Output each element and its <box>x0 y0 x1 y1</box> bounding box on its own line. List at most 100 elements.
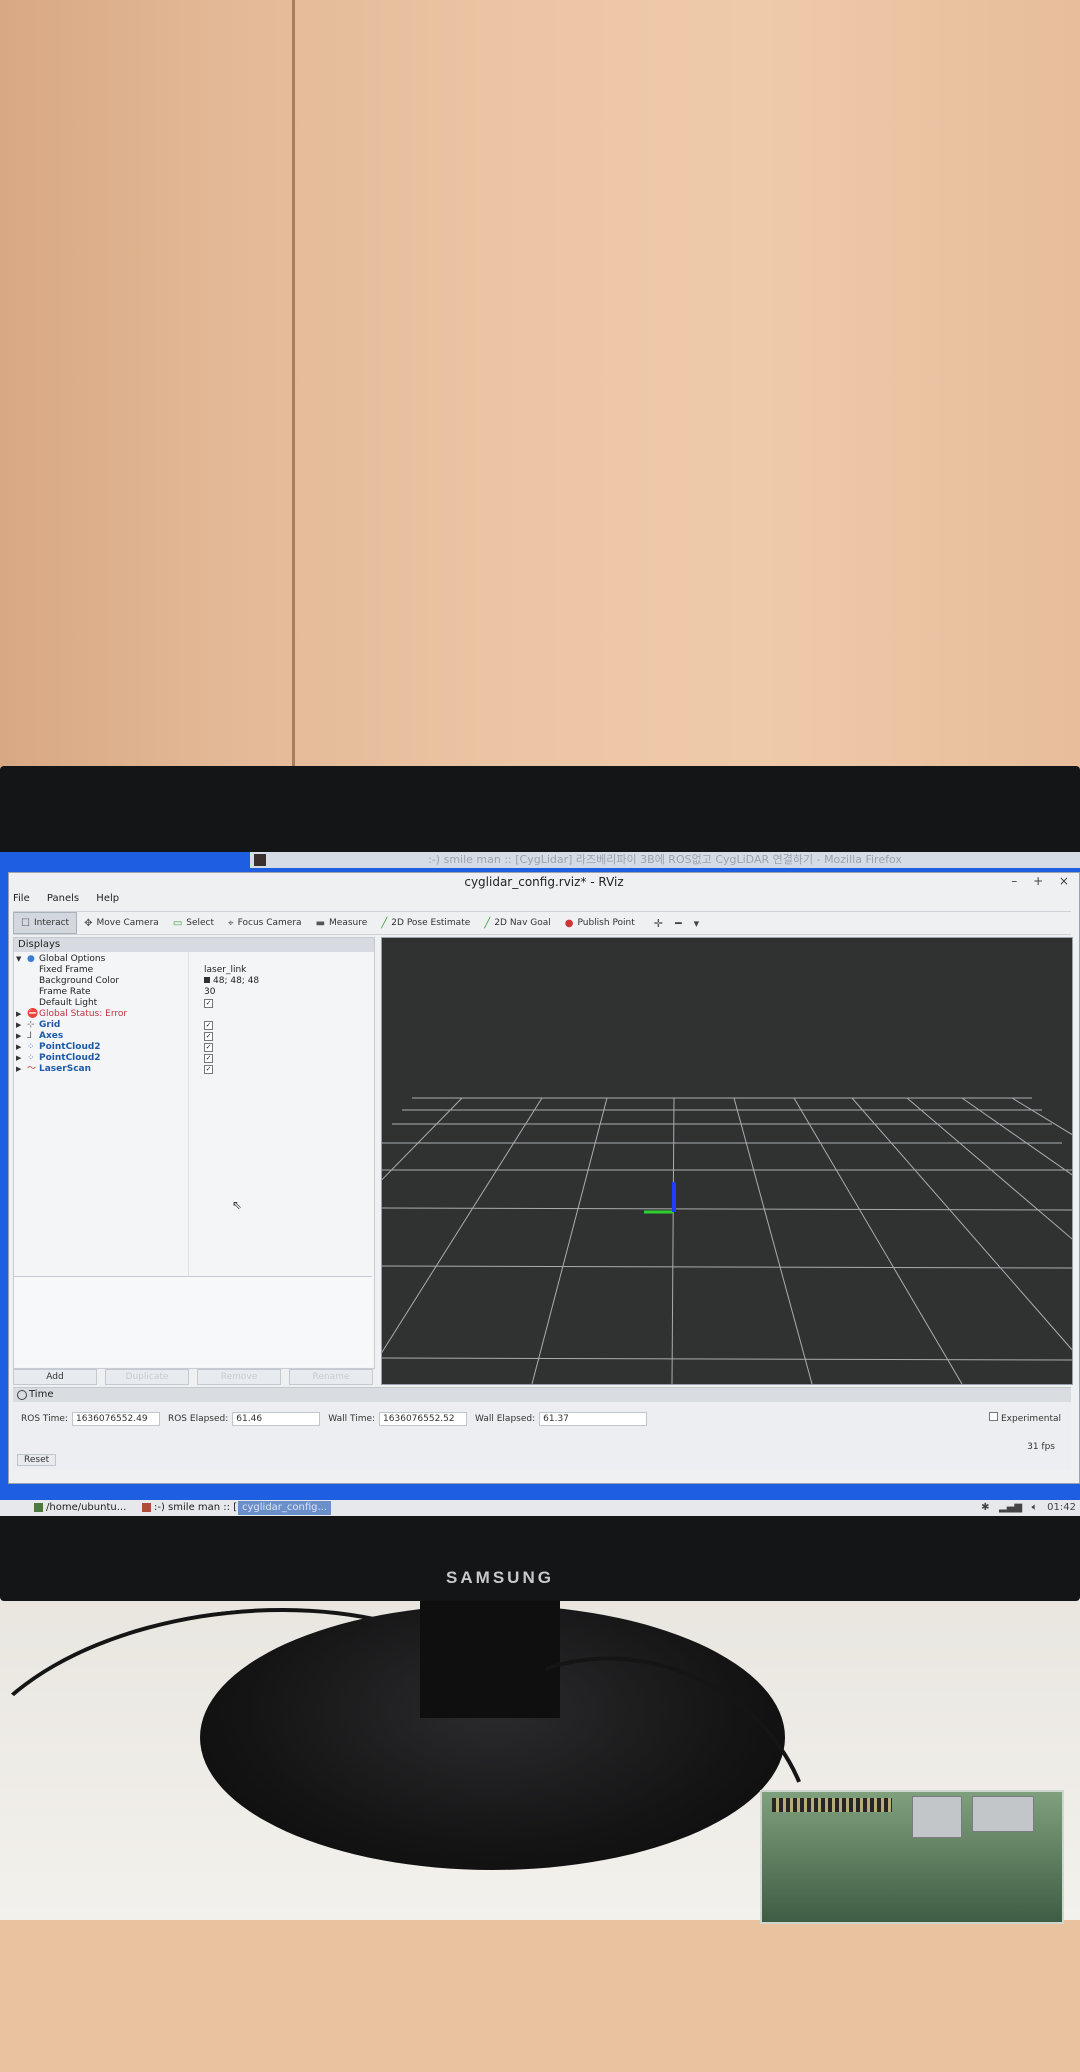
display-row-grid[interactable]: ▶ ⊹ Grid ✓ <box>14 1020 374 1031</box>
gpio-header <box>772 1798 892 1812</box>
property-row[interactable]: Background Color 48; 48; 48 <box>14 976 374 987</box>
expand-arrow-icon[interactable]: ▶ <box>16 1064 21 1075</box>
grid-checkbox[interactable]: ✓ <box>204 1021 213 1030</box>
raspberry-pi-board <box>760 1790 1064 1924</box>
property-description-area <box>14 1276 372 1367</box>
expand-arrow-icon[interactable]: ▶ <box>16 1053 21 1064</box>
nav-arrow-icon: ╱ <box>484 917 491 929</box>
volume-icon[interactable]: 🔈︎ <box>1032 1502 1038 1513</box>
firefox-titlebar[interactable]: :-) smile man :: [CygLidar] 라즈베리파이 3B에 R… <box>250 852 1080 868</box>
pointcloud-icon: ⁘ <box>27 1042 35 1052</box>
duplicate-button[interactable]: Duplicate <box>105 1369 189 1385</box>
select-icon: ▭ <box>172 917 183 929</box>
expand-arrow-icon[interactable]: ▶ <box>16 1020 21 1031</box>
3d-render-view[interactable] <box>381 937 1073 1385</box>
background-color-value[interactable]: 48; 48; 48 <box>204 976 259 987</box>
expand-arrow-icon[interactable]: ▼ <box>16 954 21 965</box>
wall-seam <box>292 0 295 770</box>
firefox-title: :-) smile man :: [CygLidar] 라즈베리파이 3B에 R… <box>428 853 902 866</box>
bluetooth-icon[interactable]: ✱ <box>981 1502 989 1513</box>
pointcloud-icon: ⁘ <box>27 1053 35 1063</box>
experimental-checkbox[interactable]: Experimental <box>989 1412 1061 1424</box>
tool-interact[interactable]: ☐ Interact <box>13 912 78 934</box>
mouse-cursor-icon: ⇖ <box>232 1198 243 1212</box>
firefox-icon <box>142 1502 151 1512</box>
pose-arrow-icon: ╱ <box>381 917 388 929</box>
display-row-pointcloud2[interactable]: ▶ ⁘ PointCloud2 ✓ <box>14 1053 374 1064</box>
frame-rate-value[interactable]: 30 <box>204 987 215 998</box>
fixed-frame-value[interactable]: laser_link <box>204 965 246 976</box>
signal-icon[interactable]: ▂▄▆ <box>999 1502 1022 1513</box>
remove-button[interactable]: Remove <box>197 1369 281 1385</box>
window-controls[interactable]: – + × <box>1011 874 1075 888</box>
display-buttons: Add Duplicate Remove Rename <box>13 1369 373 1385</box>
property-row[interactable]: Default Light ✓ <box>14 998 374 1009</box>
column-divider <box>188 952 189 1276</box>
interact-icon: ☐ <box>21 917 30 929</box>
terminal-icon <box>34 1502 43 1512</box>
wall-elapsed-field[interactable]: 61.37 <box>539 1412 648 1426</box>
wooden-wall <box>0 0 1080 790</box>
menu-help[interactable]: Help <box>96 893 119 904</box>
tool-focus-camera[interactable]: ⌖ Focus Camera <box>221 913 309 933</box>
global-options-row[interactable]: ▼ ● Global Options <box>14 954 374 965</box>
ethernet-port <box>972 1796 1034 1832</box>
wall-time-field[interactable]: 1636076552.52 <box>379 1412 468 1426</box>
tool-select[interactable]: ▭ Select <box>166 913 221 933</box>
display-row-laserscan[interactable]: ▶ 〜 LaserScan ✓ <box>14 1064 374 1075</box>
toolbar-extra-tools[interactable]: ✛━▾ <box>654 917 711 930</box>
tool-2d-nav-goal[interactable]: ╱ 2D Nav Goal <box>477 913 557 933</box>
menu-file[interactable]: File <box>13 893 30 904</box>
reset-button[interactable]: Reset <box>17 1454 57 1466</box>
menu-panels[interactable]: Panels <box>47 893 79 904</box>
measure-icon: ▬ <box>315 917 326 929</box>
tool-bar: ☐ Interact ✥ Move Camera ▭ Select ⌖ Focu… <box>13 911 1071 935</box>
tool-move-camera[interactable]: ✥ Move Camera <box>77 913 166 933</box>
global-status-row[interactable]: ▶ ⛔ Global Status: Error <box>14 1009 374 1020</box>
tool-2d-pose-estimate[interactable]: ╱ 2D Pose Estimate <box>374 913 477 933</box>
rviz-title: cyglidar_config.rviz* - RViz <box>464 875 624 889</box>
color-swatch <box>204 977 210 983</box>
dropdown-tool-icon[interactable]: ▾ <box>694 917 712 930</box>
time-fields: ROS Time: 1636076552.49 ROS Elapsed: 61.… <box>21 1412 655 1426</box>
taskbar-item-rviz[interactable]: cyglidar_config... <box>238 1501 332 1515</box>
monitor-brand-logo: SAMSUNG <box>446 1568 554 1587</box>
experimental-check[interactable] <box>989 1412 999 1421</box>
property-row[interactable]: Fixed Frame laser_link <box>14 965 374 976</box>
ros-time-field[interactable]: 1636076552.49 <box>71 1412 160 1426</box>
grid-icon: ⊹ <box>27 1020 35 1030</box>
pointcloud2-checkbox[interactable]: ✓ <box>204 1043 213 1052</box>
pin-icon: ● <box>564 917 574 929</box>
grid-display <box>382 1097 1072 1384</box>
rename-button[interactable]: Rename <box>289 1369 373 1385</box>
axes-icon: ⅃ <box>27 1031 33 1041</box>
displays-panel: Displays ▼ ● Global Options Fixed Frame … <box>13 937 375 1369</box>
time-header: Time <box>13 1388 1071 1402</box>
taskbar-item-firefox[interactable]: :-) smile man :: [... <box>138 1501 251 1515</box>
system-tray: ✱ ▂▄▆ 🔈︎ 01:42 <box>981 1500 1076 1516</box>
globe-icon: ● <box>27 954 35 964</box>
rviz-window: cyglidar_config.rviz* - RViz – + × File … <box>8 872 1080 1484</box>
display-row-axes[interactable]: ▶ ⅃ Axes ✓ <box>14 1031 374 1042</box>
tool-publish-point[interactable]: ● Publish Point <box>558 913 642 933</box>
expand-arrow-icon[interactable]: ▶ <box>16 1042 21 1053</box>
display-row-pointcloud2[interactable]: ▶ ⁘ PointCloud2 ✓ <box>14 1042 374 1053</box>
plus-tool-icon[interactable]: ✛ <box>654 917 675 930</box>
ros-elapsed-field[interactable]: 61.46 <box>232 1412 321 1426</box>
monitor-screen: :-) smile man :: [CygLidar] 라즈베리파이 3B에 R… <box>0 852 1080 1516</box>
expand-arrow-icon[interactable]: ▶ <box>16 1031 21 1042</box>
taskbar-item-terminal[interactable]: /home/ubuntu... <box>30 1501 130 1515</box>
axes-checkbox[interactable]: ✓ <box>204 1032 213 1041</box>
minus-tool-icon[interactable]: ━ <box>675 917 694 930</box>
add-button[interactable]: Add <box>13 1369 97 1385</box>
clock[interactable]: 01:42 <box>1047 1502 1076 1513</box>
error-icon: ⛔ <box>27 1009 39 1019</box>
focus-camera-icon: ⌖ <box>228 917 234 929</box>
expand-arrow-icon[interactable]: ▶ <box>16 1009 21 1020</box>
default-light-checkbox[interactable]: ✓ <box>204 999 213 1008</box>
time-panel: Time ROS Time: 1636076552.49 ROS Elapsed… <box>13 1387 1071 1470</box>
tool-measure[interactable]: ▬ Measure <box>309 913 375 933</box>
laserscan-checkbox[interactable]: ✓ <box>204 1065 213 1074</box>
property-row[interactable]: Frame Rate 30 <box>14 987 374 998</box>
pointcloud2-checkbox[interactable]: ✓ <box>204 1054 213 1063</box>
